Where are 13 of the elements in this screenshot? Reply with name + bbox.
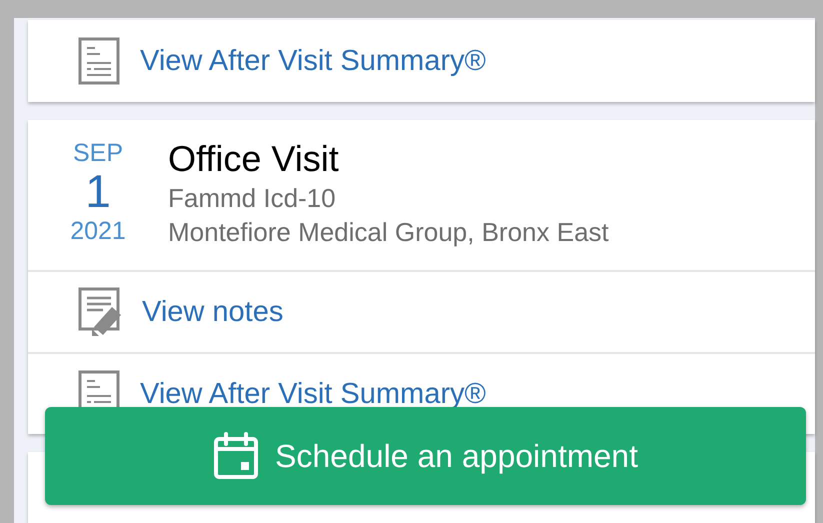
link[interactable]: View After Visit Summary®	[140, 46, 486, 76]
link[interactable]: View notes	[142, 297, 284, 327]
date-day: 1	[85, 168, 111, 214]
visit-department: Fammd Icd-10	[168, 182, 337, 215]
document-icon	[78, 37, 120, 85]
date-year: 2021	[70, 216, 126, 247]
visit-location: Montefiore Medical Group, Bronx East	[168, 216, 609, 248]
visit-title: Office Visit	[168, 138, 340, 180]
date-month: SEP	[72, 138, 124, 168]
calendar-icon	[213, 432, 260, 480]
note-pencil-icon	[78, 287, 122, 337]
link[interactable]: View After Visit Summary®	[140, 379, 486, 409]
schedule-appointment-button[interactable]: Schedule an appointment	[45, 407, 806, 505]
